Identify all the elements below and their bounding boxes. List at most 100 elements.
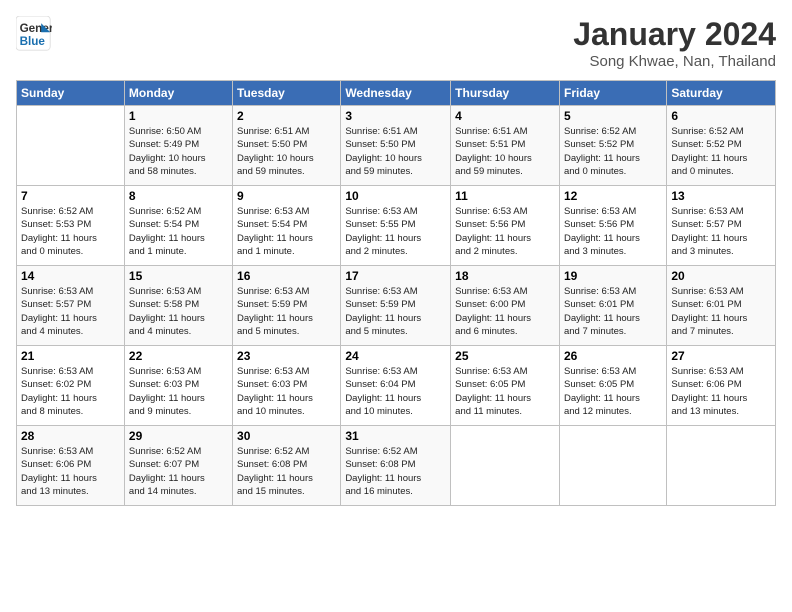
- day-cell: 21Sunrise: 6:53 AM Sunset: 6:02 PM Dayli…: [17, 346, 125, 426]
- day-info: Sunrise: 6:52 AM Sunset: 6:07 PM Dayligh…: [129, 445, 228, 498]
- day-cell: 30Sunrise: 6:52 AM Sunset: 6:08 PM Dayli…: [233, 426, 341, 506]
- day-cell: 26Sunrise: 6:53 AM Sunset: 6:05 PM Dayli…: [559, 346, 666, 426]
- day-info: Sunrise: 6:53 AM Sunset: 6:00 PM Dayligh…: [455, 285, 555, 338]
- day-number: 25: [455, 349, 555, 363]
- day-number: 17: [345, 269, 446, 283]
- day-info: Sunrise: 6:52 AM Sunset: 5:53 PM Dayligh…: [21, 205, 120, 258]
- day-number: 9: [237, 189, 336, 203]
- day-info: Sunrise: 6:53 AM Sunset: 5:54 PM Dayligh…: [237, 205, 336, 258]
- day-cell: 17 Sunrise: 6:53 AM Sunset: 5:59 PM Dayli…: [341, 266, 451, 346]
- day-cell: 13Sunrise: 6:53 AM Sunset: 5:57 PM Dayli…: [667, 186, 776, 266]
- header-thursday: Thursday: [451, 81, 560, 106]
- day-info: Sunrise: 6:51 AM Sunset: 5:50 PM Dayligh…: [345, 125, 446, 178]
- day-info: Sunrise: 6:53 AM Sunset: 6:05 PM Dayligh…: [564, 365, 662, 418]
- day-info: Sunrise: 6:53 AM Sunset: 6:06 PM Dayligh…: [21, 445, 120, 498]
- day-info: Sunrise: 6:53 AM Sunset: 5:57 PM Dayligh…: [21, 285, 120, 338]
- day-cell: 18 Sunrise: 6:53 AM Sunset: 6:00 PM Dayli…: [451, 266, 560, 346]
- day-cell: 20Sunrise: 6:53 AM Sunset: 6:01 PM Dayli…: [667, 266, 776, 346]
- day-number: 1: [129, 109, 228, 123]
- calendar-header-row: SundayMondayTuesdayWednesdayThursdayFrid…: [17, 81, 776, 106]
- month-title: January 2024: [573, 16, 776, 53]
- day-info: Sunrise: 6:52 AM Sunset: 6:08 PM Dayligh…: [237, 445, 336, 498]
- day-info: Sunrise: 6:50 AM Sunset: 5:49 PM Dayligh…: [129, 125, 228, 178]
- day-number: 14: [21, 269, 120, 283]
- day-cell: [667, 426, 776, 506]
- day-cell: 12 Sunrise: 6:53 AM Sunset: 5:56 PM Dayli…: [559, 186, 666, 266]
- day-info: Sunrise: 6:53 AM Sunset: 6:01 PM Dayligh…: [564, 285, 662, 338]
- main-container: General Blue January 2024 Song Khwae, Na…: [0, 0, 792, 612]
- day-number: 18: [455, 269, 555, 283]
- day-info: Sunrise: 6:53 AM Sunset: 6:03 PM Dayligh…: [129, 365, 228, 418]
- day-number: 3: [345, 109, 446, 123]
- svg-text:Blue: Blue: [20, 35, 46, 48]
- day-cell: 23Sunrise: 6:53 AM Sunset: 6:03 PM Dayli…: [233, 346, 341, 426]
- day-number: 28: [21, 429, 120, 443]
- day-cell: [451, 426, 560, 506]
- week-row-4: 28 Sunrise: 6:53 AM Sunset: 6:06 PM Dayli…: [17, 426, 776, 506]
- day-cell: 24 Sunrise: 6:53 AM Sunset: 6:04 PM Dayli…: [341, 346, 451, 426]
- day-number: 19: [564, 269, 662, 283]
- day-number: 11: [455, 189, 555, 203]
- day-number: 6: [671, 109, 771, 123]
- day-number: 4: [455, 109, 555, 123]
- day-info: Sunrise: 6:53 AM Sunset: 6:03 PM Dayligh…: [237, 365, 336, 418]
- day-info: Sunrise: 6:53 AM Sunset: 5:58 PM Dayligh…: [129, 285, 228, 338]
- week-row-2: 14 Sunrise: 6:53 AM Sunset: 5:57 PM Dayli…: [17, 266, 776, 346]
- day-number: 7: [21, 189, 120, 203]
- day-cell: 15 Sunrise: 6:53 AM Sunset: 5:58 PM Dayli…: [124, 266, 232, 346]
- logo-icon: General Blue: [16, 16, 52, 52]
- day-info: Sunrise: 6:53 AM Sunset: 6:06 PM Dayligh…: [671, 365, 771, 418]
- header-sunday: Sunday: [17, 81, 125, 106]
- day-number: 13: [671, 189, 771, 203]
- week-row-0: 1 Sunrise: 6:50 AM Sunset: 5:49 PM Daylig…: [17, 106, 776, 186]
- day-info: Sunrise: 6:53 AM Sunset: 5:55 PM Dayligh…: [345, 205, 446, 258]
- day-cell: 29 Sunrise: 6:52 AM Sunset: 6:07 PM Dayli…: [124, 426, 232, 506]
- header-monday: Monday: [124, 81, 232, 106]
- header: General Blue January 2024 Song Khwae, Na…: [16, 16, 776, 70]
- day-number: 29: [129, 429, 228, 443]
- day-info: Sunrise: 6:52 AM Sunset: 5:54 PM Dayligh…: [129, 205, 228, 258]
- day-number: 22: [129, 349, 228, 363]
- day-number: 15: [129, 269, 228, 283]
- day-number: 31: [345, 429, 446, 443]
- week-row-3: 21Sunrise: 6:53 AM Sunset: 6:02 PM Dayli…: [17, 346, 776, 426]
- day-cell: 8Sunrise: 6:52 AM Sunset: 5:54 PM Daylig…: [124, 186, 232, 266]
- day-info: Sunrise: 6:51 AM Sunset: 5:51 PM Dayligh…: [455, 125, 555, 178]
- day-cell: 19 Sunrise: 6:53 AM Sunset: 6:01 PM Dayli…: [559, 266, 666, 346]
- day-cell: 31Sunrise: 6:52 AM Sunset: 6:08 PM Dayli…: [341, 426, 451, 506]
- day-number: 5: [564, 109, 662, 123]
- day-cell: 2 Sunrise: 6:51 AM Sunset: 5:50 PM Daylig…: [233, 106, 341, 186]
- day-number: 27: [671, 349, 771, 363]
- day-cell: 9 Sunrise: 6:53 AM Sunset: 5:54 PM Daylig…: [233, 186, 341, 266]
- day-cell: 14 Sunrise: 6:53 AM Sunset: 5:57 PM Dayli…: [17, 266, 125, 346]
- day-cell: 25 Sunrise: 6:53 AM Sunset: 6:05 PM Dayli…: [451, 346, 560, 426]
- day-cell: [17, 106, 125, 186]
- title-block: January 2024 Song Khwae, Nan, Thailand: [573, 16, 776, 70]
- day-cell: 4 Sunrise: 6:51 AM Sunset: 5:51 PM Daylig…: [451, 106, 560, 186]
- day-cell: 6 Sunrise: 6:52 AM Sunset: 5:52 PM Daylig…: [667, 106, 776, 186]
- header-friday: Friday: [559, 81, 666, 106]
- day-info: Sunrise: 6:53 AM Sunset: 6:04 PM Dayligh…: [345, 365, 446, 418]
- day-cell: [559, 426, 666, 506]
- day-number: 24: [345, 349, 446, 363]
- day-info: Sunrise: 6:53 AM Sunset: 5:56 PM Dayligh…: [564, 205, 662, 258]
- day-info: Sunrise: 6:53 AM Sunset: 6:02 PM Dayligh…: [21, 365, 120, 418]
- day-cell: 3 Sunrise: 6:51 AM Sunset: 5:50 PM Daylig…: [341, 106, 451, 186]
- week-row-1: 7 Sunrise: 6:52 AM Sunset: 5:53 PM Daylig…: [17, 186, 776, 266]
- day-number: 2: [237, 109, 336, 123]
- day-info: Sunrise: 6:51 AM Sunset: 5:50 PM Dayligh…: [237, 125, 336, 178]
- day-number: 12: [564, 189, 662, 203]
- day-number: 10: [345, 189, 446, 203]
- day-info: Sunrise: 6:53 AM Sunset: 6:05 PM Dayligh…: [455, 365, 555, 418]
- day-info: Sunrise: 6:52 AM Sunset: 5:52 PM Dayligh…: [671, 125, 771, 178]
- location: Song Khwae, Nan, Thailand: [573, 53, 776, 70]
- day-cell: 10 Sunrise: 6:53 AM Sunset: 5:55 PM Dayli…: [341, 186, 451, 266]
- day-number: 20: [671, 269, 771, 283]
- header-wednesday: Wednesday: [341, 81, 451, 106]
- calendar-table: SundayMondayTuesdayWednesdayThursdayFrid…: [16, 80, 776, 506]
- day-info: Sunrise: 6:53 AM Sunset: 5:59 PM Dayligh…: [345, 285, 446, 338]
- day-cell: 11 Sunrise: 6:53 AM Sunset: 5:56 PM Dayli…: [451, 186, 560, 266]
- day-info: Sunrise: 6:53 AM Sunset: 5:56 PM Dayligh…: [455, 205, 555, 258]
- day-cell: 28 Sunrise: 6:53 AM Sunset: 6:06 PM Dayli…: [17, 426, 125, 506]
- day-cell: 5Sunrise: 6:52 AM Sunset: 5:52 PM Daylig…: [559, 106, 666, 186]
